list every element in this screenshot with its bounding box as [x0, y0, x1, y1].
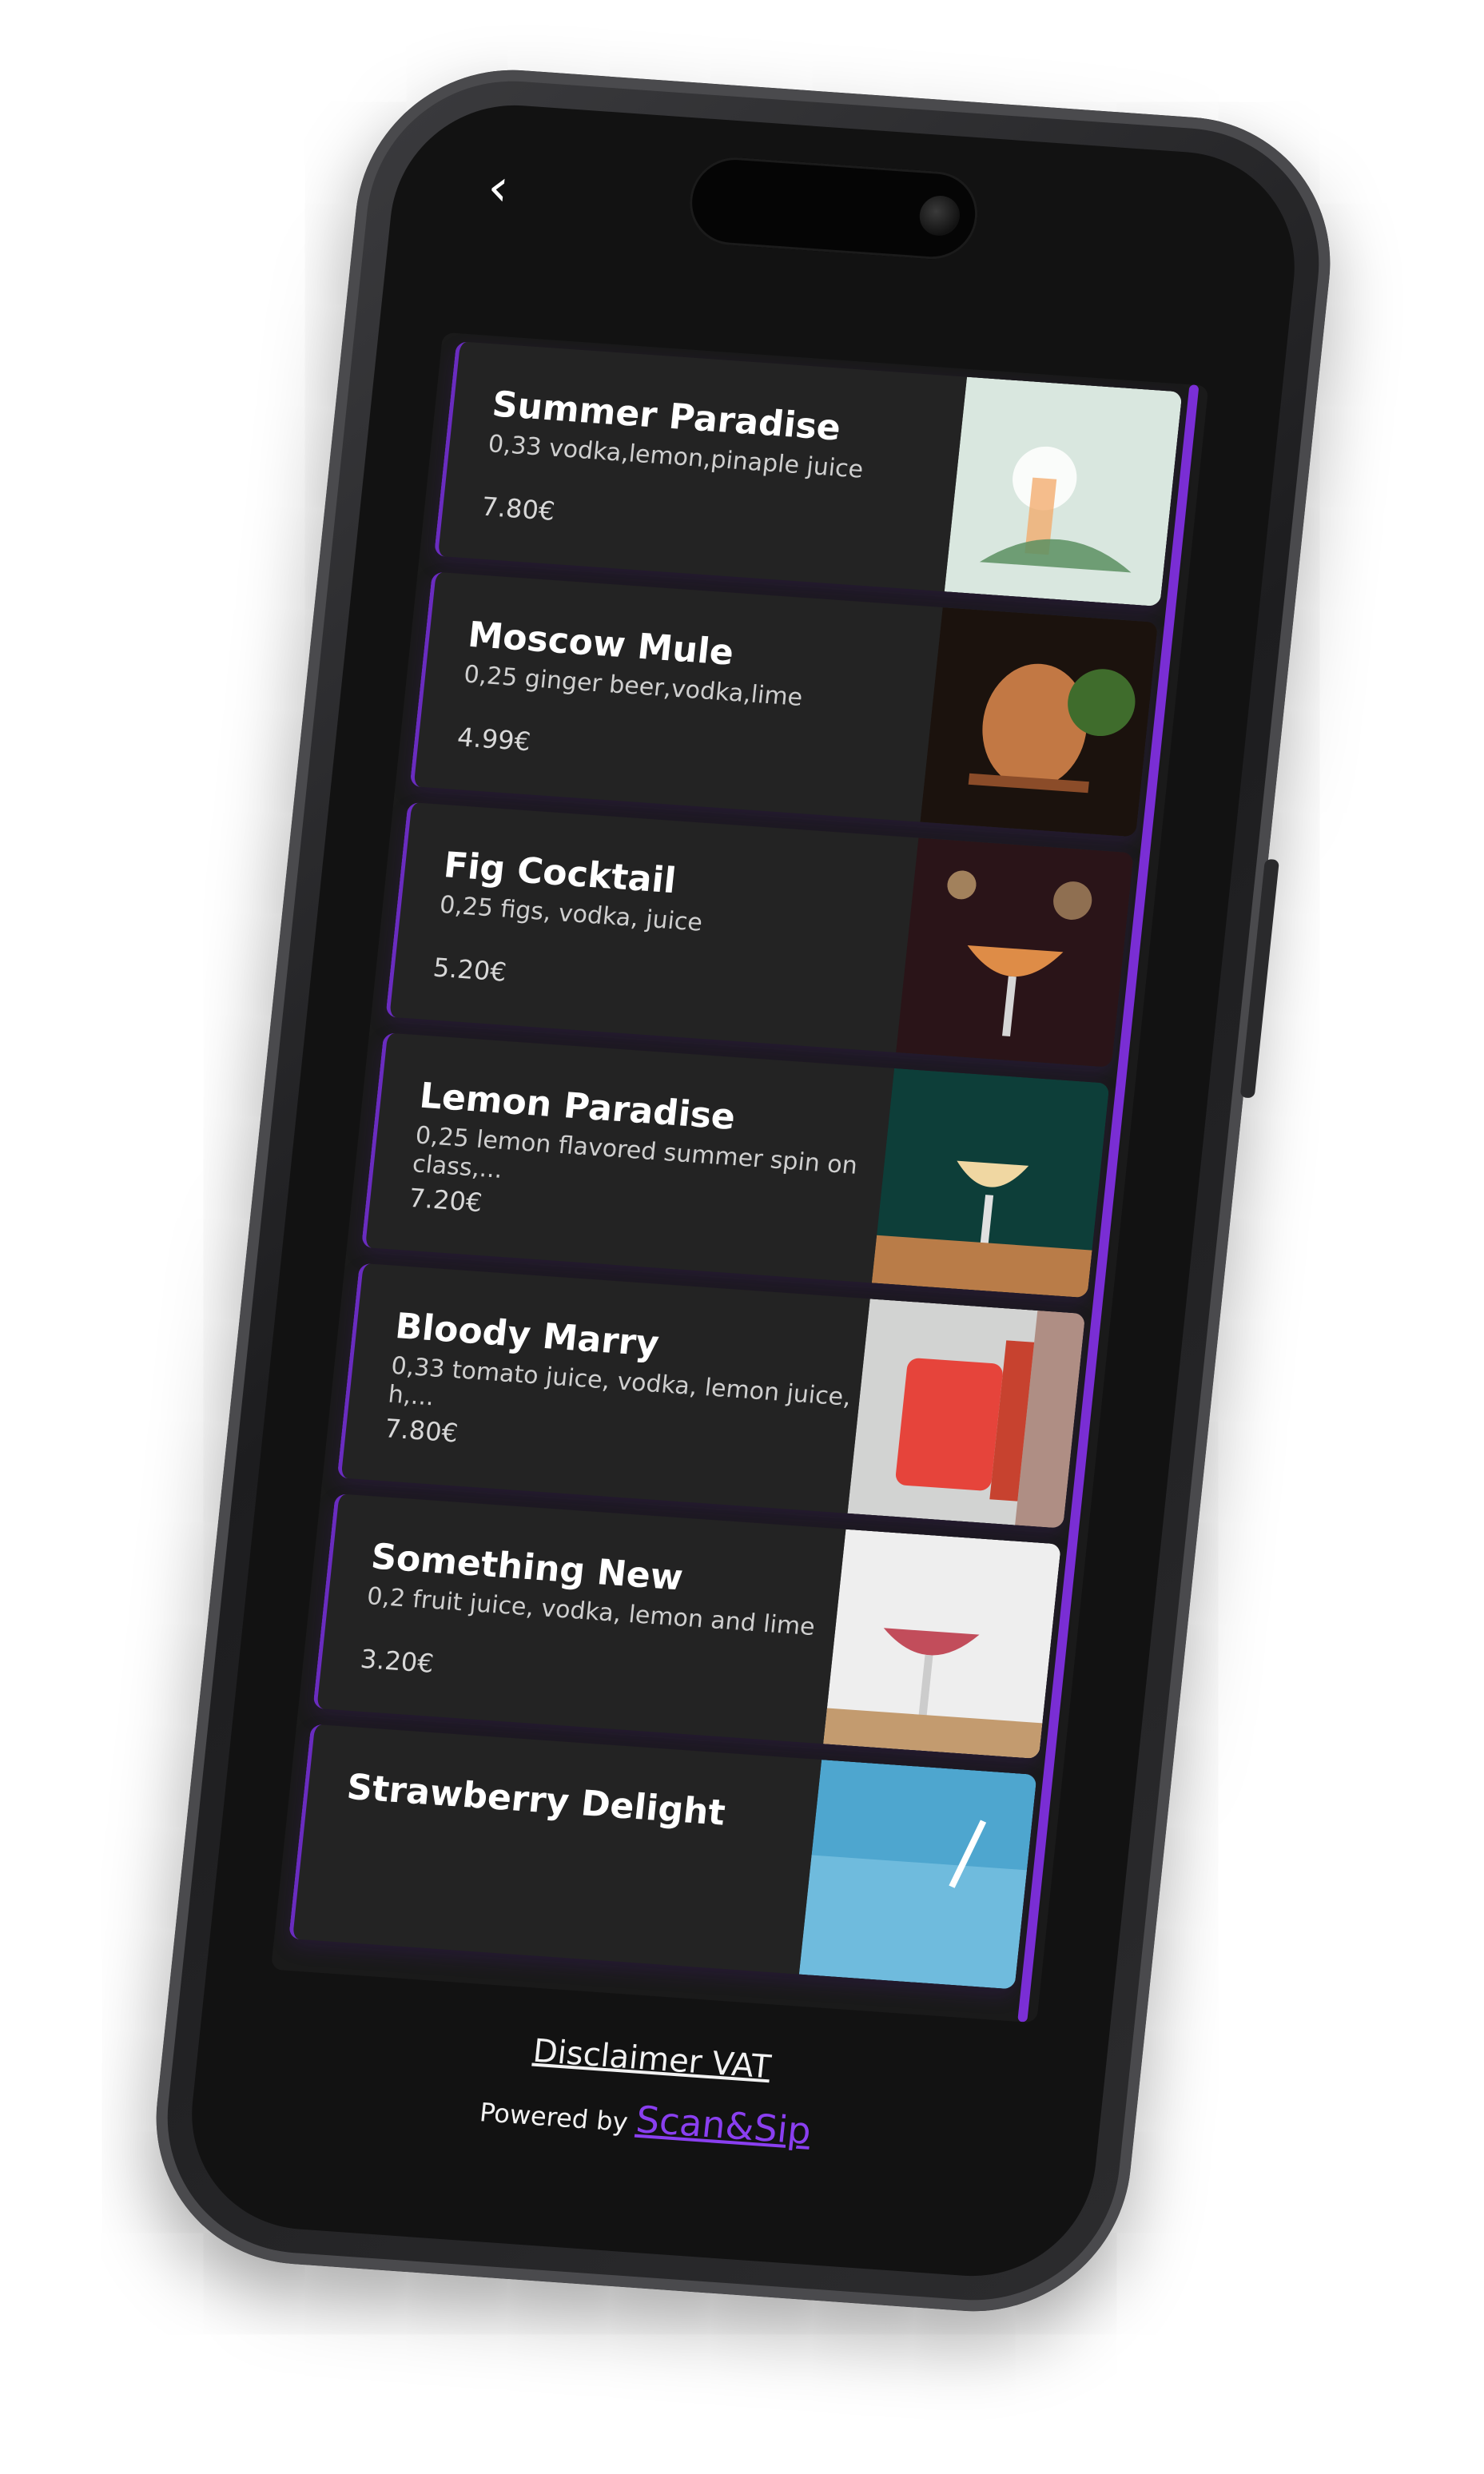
item-price: 7.20€	[407, 1182, 484, 1219]
menu-item-card[interactable]: Lemon Paradise 0,25 lemon flavored summe…	[360, 1032, 1110, 1299]
back-button[interactable]: ‹	[467, 158, 529, 218]
powered-by-label: Powered by	[478, 2097, 630, 2138]
item-price: 4.99€	[456, 722, 532, 758]
item-price: 7.80€	[383, 1413, 460, 1449]
stage: ‹ Summer Paradise 0,33 vodka,lemon,pinap…	[0, 0, 1484, 2474]
item-price: 7.80€	[479, 491, 557, 527]
chevron-left-icon: ‹	[484, 157, 512, 219]
menu-item-card[interactable]: Something New 0,2 fruit juice, vodka, le…	[312, 1494, 1061, 1760]
phone-frame: ‹ Summer Paradise 0,33 vodka,lemon,pinap…	[141, 59, 1346, 2322]
phone-screen: ‹ Summer Paradise 0,33 vodka,lemon,pinap…	[180, 97, 1307, 2285]
side-button	[1239, 858, 1279, 1099]
item-photo	[920, 607, 1159, 837]
footer: Disclaimer VAT Powered by Scan&Sip	[192, 2010, 1105, 2173]
menu-item-card[interactable]: Bloody Marry 0,33 tomato juice, vodka, l…	[336, 1263, 1086, 1529]
item-photo	[798, 1760, 1037, 1990]
item-price: 5.20€	[432, 952, 508, 988]
menu-item-card[interactable]: Strawberry Delight	[288, 1724, 1037, 1990]
menu-list: Summer Paradise 0,33 vodka,lemon,pinaple…	[270, 332, 1209, 2023]
item-photo	[871, 1068, 1110, 1299]
brand-link[interactable]: Scan&Sip	[634, 2098, 813, 2153]
item-photo	[847, 1299, 1086, 1529]
powered-by: Powered by Scan&Sip	[192, 2066, 1100, 2173]
disclaimer-link[interactable]: Disclaimer VAT	[531, 2033, 773, 2086]
item-photo	[823, 1529, 1061, 1760]
item-photo	[944, 376, 1183, 607]
item-name: Strawberry Delight	[344, 1766, 727, 1834]
camera-icon	[917, 194, 962, 237]
menu-item-card[interactable]: Fig Cocktail 0,25 figs, vodka, juice 5.2…	[385, 801, 1134, 1068]
menu-item-card[interactable]: Summer Paradise 0,33 vodka,lemon,pinaple…	[433, 341, 1183, 607]
dynamic-island	[685, 154, 982, 262]
item-photo	[896, 837, 1134, 1068]
menu-item-card[interactable]: Moscow Mule 0,25 ginger beer,vodka,lime …	[409, 571, 1159, 837]
item-price: 3.20€	[359, 1643, 436, 1679]
